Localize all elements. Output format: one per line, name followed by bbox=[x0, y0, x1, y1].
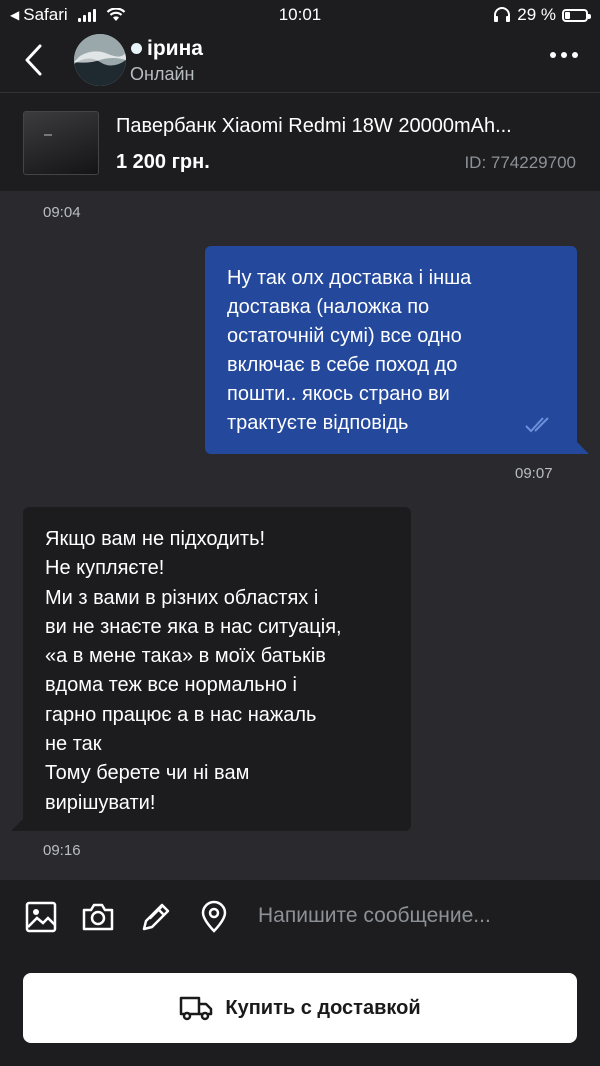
message-input[interactable] bbox=[256, 898, 580, 934]
contact-name[interactable]: ірина bbox=[147, 37, 203, 61]
message-time: 09:16 bbox=[43, 842, 81, 859]
more-options-icon[interactable] bbox=[550, 52, 578, 58]
message-line: Тому берете чи ні вам bbox=[45, 762, 250, 785]
incoming-message-bubble[interactable]: Якщо вам не підходить! Не купляєте! Ми з… bbox=[11, 507, 411, 831]
headphones-icon bbox=[494, 7, 511, 22]
message-line: ви не знаєте яка в нас ситуація, bbox=[45, 615, 342, 638]
battery-percent: 29 % bbox=[517, 5, 556, 24]
battery-fill bbox=[565, 11, 570, 19]
camera-icon[interactable] bbox=[81, 900, 115, 934]
message-line: включає в себе поход до bbox=[227, 354, 458, 376]
message-line: вирішувати! bbox=[45, 791, 156, 814]
online-indicator bbox=[131, 43, 142, 54]
product-title[interactable]: Павербанк Xiaomi Redmi 18W 20000mAh... bbox=[116, 115, 576, 138]
truck-icon bbox=[180, 996, 213, 1021]
battery-icon bbox=[562, 8, 591, 22]
message-line: доставка (наложка по bbox=[227, 296, 430, 318]
message-time: 09:04 bbox=[43, 204, 81, 221]
message-line: вдома теж все нормально і bbox=[45, 674, 297, 697]
location-pin-icon[interactable] bbox=[197, 900, 231, 934]
avatar[interactable] bbox=[74, 34, 126, 86]
message-line: Ми з вами в різних областях і bbox=[45, 586, 319, 609]
outgoing-message-bubble[interactable]: Ну так олх доставка і інша доставка (нал… bbox=[205, 246, 589, 454]
image-icon[interactable] bbox=[24, 900, 58, 934]
message-line: Ну так олх доставка і інша bbox=[227, 267, 472, 289]
avatar-image-icon bbox=[74, 34, 126, 86]
double-check-read-icon bbox=[525, 417, 549, 433]
chat-header: ірина Онлайн bbox=[0, 30, 600, 92]
message-line: Якщо вам не підходить! bbox=[45, 528, 266, 550]
buy-with-delivery-button[interactable]: Купить с доставкой bbox=[23, 973, 577, 1043]
contact-status: Онлайн bbox=[130, 64, 195, 84]
status-bar: ◀ Safari 10:01 29 % bbox=[0, 0, 600, 30]
buy-button-label: Купить с доставкой bbox=[225, 996, 421, 1019]
message-line: трактуєте відповідь bbox=[227, 412, 409, 434]
pencil-icon[interactable] bbox=[139, 900, 173, 934]
product-price: 1 200 грн. bbox=[116, 151, 210, 173]
back-chevron-icon[interactable] bbox=[18, 40, 58, 80]
message-line: не так bbox=[45, 733, 102, 756]
status-right: 29 % bbox=[493, 5, 591, 25]
message-composer: Купить с доставкой bbox=[0, 880, 600, 1066]
product-id: ID: 774229700 bbox=[464, 153, 576, 172]
message-line: остаточній сумі) все одно bbox=[227, 325, 462, 347]
product-thumbnail[interactable] bbox=[23, 111, 99, 175]
message-line: «а в мене така» в моїх батьків bbox=[45, 645, 326, 668]
message-line: пошти.. якось страно ви bbox=[227, 383, 450, 405]
product-card[interactable]: Павербанк Xiaomi Redmi 18W 20000mAh... 1… bbox=[0, 92, 600, 191]
message-time: 09:07 bbox=[515, 465, 553, 482]
message-line: гарно працює а в нас нажаль bbox=[45, 703, 317, 726]
message-line: Не купляєте! bbox=[45, 557, 165, 580]
chat-screen: ◀ Safari 10:01 29 % ірина Онлайн Паверба… bbox=[0, 0, 600, 1066]
